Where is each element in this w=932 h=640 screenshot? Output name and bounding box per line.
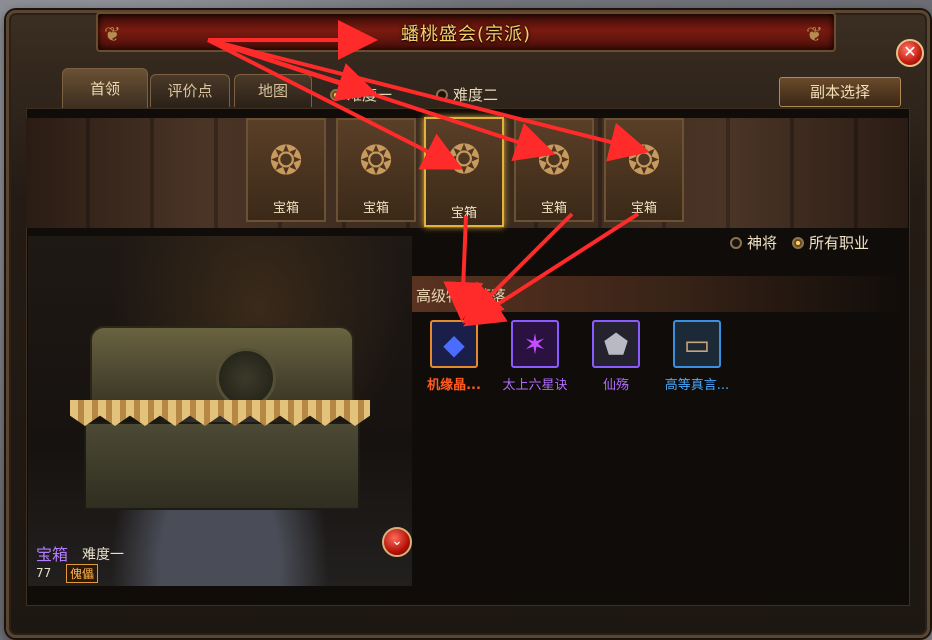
- difficulty-two-radio[interactable]: 难度二: [436, 84, 498, 105]
- chest-slot-label: 宝箱: [362, 201, 389, 216]
- preview-difficulty: 难度一: [82, 547, 124, 563]
- preview-level: 77: [36, 566, 52, 580]
- loot-item[interactable]: ▭ 高等真言...: [657, 320, 737, 393]
- filter-all-classes-label: 所有职业: [809, 234, 870, 252]
- chest-emblem-icon: ❂: [269, 138, 303, 184]
- filter-shenjiang-radio[interactable]: 神将: [730, 232, 777, 253]
- tab-rating-points[interactable]: 评价点: [150, 74, 230, 107]
- tab-map[interactable]: 地图: [234, 74, 312, 107]
- loot-item[interactable]: ⬟ 仙殇: [576, 320, 656, 393]
- difficulty-two-label: 难度二: [453, 86, 499, 104]
- chevron-down-icon[interactable]: ⌄: [382, 527, 412, 557]
- loot-item-name: 仙殇: [602, 378, 629, 393]
- radio-selected-icon: [330, 88, 342, 101]
- preview-name: 宝箱: [36, 545, 69, 564]
- difficulty-one-radio[interactable]: 难度一: [330, 84, 392, 105]
- chest-slot-label: 宝箱: [272, 201, 299, 216]
- chest-lid: [90, 326, 354, 410]
- title-bar[interactable]: 蟠桃盛会(宗派): [96, 12, 836, 52]
- title-ornament-left-icon: ❦: [104, 22, 121, 46]
- radio-unselected-icon: [436, 88, 448, 101]
- chest-slot-label: 宝箱: [630, 201, 657, 216]
- difficulty-one-label: 难度一: [347, 86, 393, 104]
- window-title: 蟠桃盛会(宗派): [400, 24, 532, 45]
- loot-item-name: 高等真言...: [664, 378, 730, 393]
- gem-icon: ◆: [430, 320, 478, 368]
- chest-emblem-icon: ❂: [447, 137, 481, 183]
- chest-emblem-icon: ❂: [537, 138, 571, 184]
- chest-slot-5[interactable]: ❂ 宝箱: [604, 118, 684, 222]
- stone-icon: ⬟: [592, 320, 640, 368]
- chest-slot-2[interactable]: ❂ 宝箱: [336, 118, 416, 222]
- filter-shenjiang-label: 神将: [747, 234, 778, 252]
- loot-item-name: 机缘晶...: [427, 378, 481, 393]
- loot-item[interactable]: ◆ 机缘晶...: [414, 320, 494, 393]
- chest-lion-lock-icon: [216, 348, 276, 408]
- chest-slot-label: 宝箱: [450, 206, 477, 221]
- close-button[interactable]: ✕: [896, 39, 924, 67]
- chest-slot-1[interactable]: ❂ 宝箱: [246, 118, 326, 222]
- title-ornament-right-icon: ❦: [806, 22, 823, 46]
- chest-slot-3[interactable]: ❂ 宝箱: [424, 117, 504, 227]
- chest-slot-label: 宝箱: [540, 201, 567, 216]
- chest-emblem-icon: ❂: [359, 138, 393, 184]
- treasure-chest-model: [70, 326, 370, 510]
- tab-boss[interactable]: 首领: [62, 68, 148, 109]
- chest-slot-4[interactable]: ❂ 宝箱: [514, 118, 594, 222]
- chest-base: [84, 422, 360, 510]
- loot-header: 高级物品掉落: [416, 287, 507, 305]
- star-icon: ✶: [511, 320, 559, 368]
- loot-item-name: 太上六星诀: [502, 378, 568, 393]
- boss-model-preview[interactable]: [28, 236, 412, 586]
- radio-selected-icon: [792, 236, 804, 249]
- chest-icon: ▭: [673, 320, 721, 368]
- chest-emblem-icon: ❂: [627, 138, 661, 184]
- loot-item[interactable]: ✶ 太上六星诀: [495, 320, 575, 393]
- preview-type-badge: 傀儡: [66, 564, 99, 583]
- radio-unselected-icon: [730, 236, 742, 249]
- dungeon-select-button[interactable]: 副本选择: [779, 77, 901, 107]
- filter-all-classes-radio[interactable]: 所有职业: [792, 232, 869, 253]
